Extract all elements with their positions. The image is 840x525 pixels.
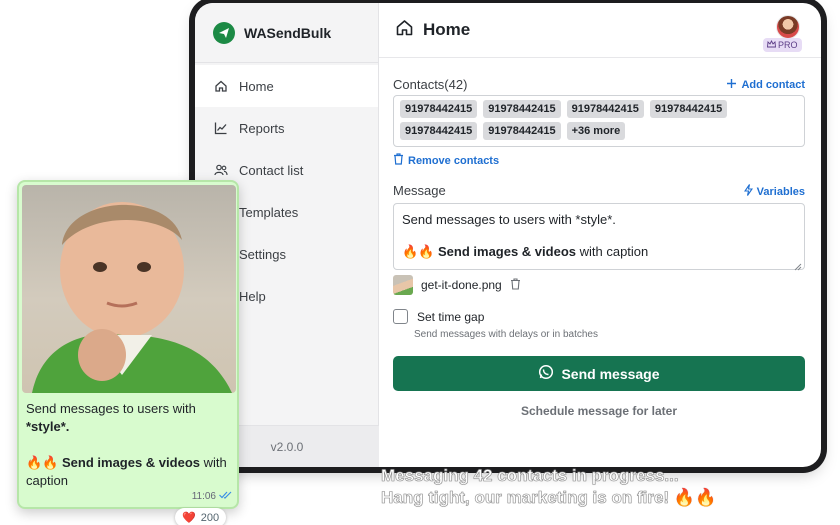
variables-button[interactable]: Variables — [743, 184, 805, 199]
remove-contacts-button[interactable]: Remove contacts — [393, 153, 499, 168]
time-gap-checkbox[interactable] — [393, 309, 408, 324]
attachment-thumbnail — [393, 275, 413, 295]
page-title: Home — [423, 20, 471, 39]
plus-icon — [726, 78, 737, 92]
time-gap-hint: Send messages with delays or in batches — [414, 329, 598, 340]
message-textarea[interactable]: Send messages to users with *style*. 🔥🔥 … — [393, 203, 805, 271]
preview-message: Send messages to users with *style*. 🔥🔥 … — [26, 401, 227, 488]
sidebar-item-label: Templates — [239, 204, 299, 220]
home-icon — [395, 18, 414, 42]
home-icon — [214, 79, 228, 93]
whatsapp-preview-card: Send messages to users with *style*. 🔥🔥 … — [17, 180, 239, 525]
contact-chip[interactable]: 91978442415 — [400, 100, 478, 118]
baby-photo — [22, 185, 236, 393]
whatsapp-icon — [538, 364, 554, 383]
contacts-input[interactable]: 91978442415 91978442415 91978442415 9197… — [393, 95, 805, 147]
resize-handle[interactable] — [794, 259, 802, 271]
add-contact-button[interactable]: Add contact — [726, 78, 805, 92]
attachment: get-it-done.png — [393, 275, 521, 295]
contact-chip[interactable]: 91978442415 — [649, 100, 728, 118]
pro-badge: PRO — [763, 38, 802, 52]
avatar — [776, 15, 800, 39]
sidebar-item-reports[interactable]: Reports — [195, 107, 378, 149]
contacts-label: Contacts(42) — [393, 77, 468, 92]
reaction-badge[interactable]: ❤️ 200 — [175, 508, 227, 525]
sidebar-item-label: Settings — [239, 246, 286, 262]
contact-chip[interactable]: 91978442415 — [483, 122, 561, 140]
reaction-count: 200 — [200, 511, 220, 524]
trash-icon — [393, 153, 404, 168]
sidebar-item-label: Contact list — [239, 162, 304, 178]
users-icon — [214, 163, 228, 177]
brand-name: WASendBulk — [244, 24, 332, 41]
schedule-message-link[interactable]: Schedule message for later — [393, 404, 805, 418]
sidebar-item-home[interactable]: Home — [195, 65, 378, 107]
send-message-button[interactable]: Send message — [393, 356, 805, 391]
contact-chip[interactable]: 91978442415 — [566, 100, 644, 118]
time-gap-label: Set time gap — [417, 309, 485, 324]
progress-caption: Messaging 42 contacts in progress... Han… — [381, 466, 717, 508]
more-contacts-chip[interactable]: +36 more — [566, 122, 626, 140]
preview-timestamp: 11:06 — [192, 491, 232, 502]
message-label: Message — [393, 183, 446, 198]
app-window: WASendBulk Home Reports Contact list Tem… — [195, 3, 821, 467]
double-check-icon — [219, 491, 232, 502]
topbar: Home PRO — [379, 3, 821, 58]
user-menu[interactable]: PRO — [763, 15, 805, 53]
sidebar-item-label: Help — [239, 288, 266, 304]
sidebar-item-label: Home — [239, 78, 274, 94]
lightning-icon — [743, 184, 753, 199]
chart-icon — [214, 121, 228, 135]
contact-chip[interactable]: 91978442415 — [483, 100, 561, 118]
trash-icon[interactable] — [510, 277, 521, 293]
whatsapp-send-logo-icon — [213, 21, 235, 44]
stage: WASendBulk Home Reports Contact list Tem… — [0, 0, 840, 525]
time-gap-option[interactable]: Set time gap — [393, 309, 484, 324]
attachment-filename: get-it-done.png — [421, 278, 502, 292]
crown-icon — [767, 39, 776, 50]
message-line-1: Send messages to users with *style*. — [402, 212, 616, 227]
heart-icon: ❤️ — [182, 512, 196, 524]
main-panel: Home PRO Contacts(42) Add contact 919784… — [379, 3, 821, 467]
sidebar-item-label: Reports — [239, 120, 285, 136]
brand: WASendBulk — [195, 3, 378, 63]
contact-chip[interactable]: 91978442415 — [400, 122, 478, 140]
message-line-2: 🔥🔥 Send images & videos with caption — [402, 244, 649, 259]
